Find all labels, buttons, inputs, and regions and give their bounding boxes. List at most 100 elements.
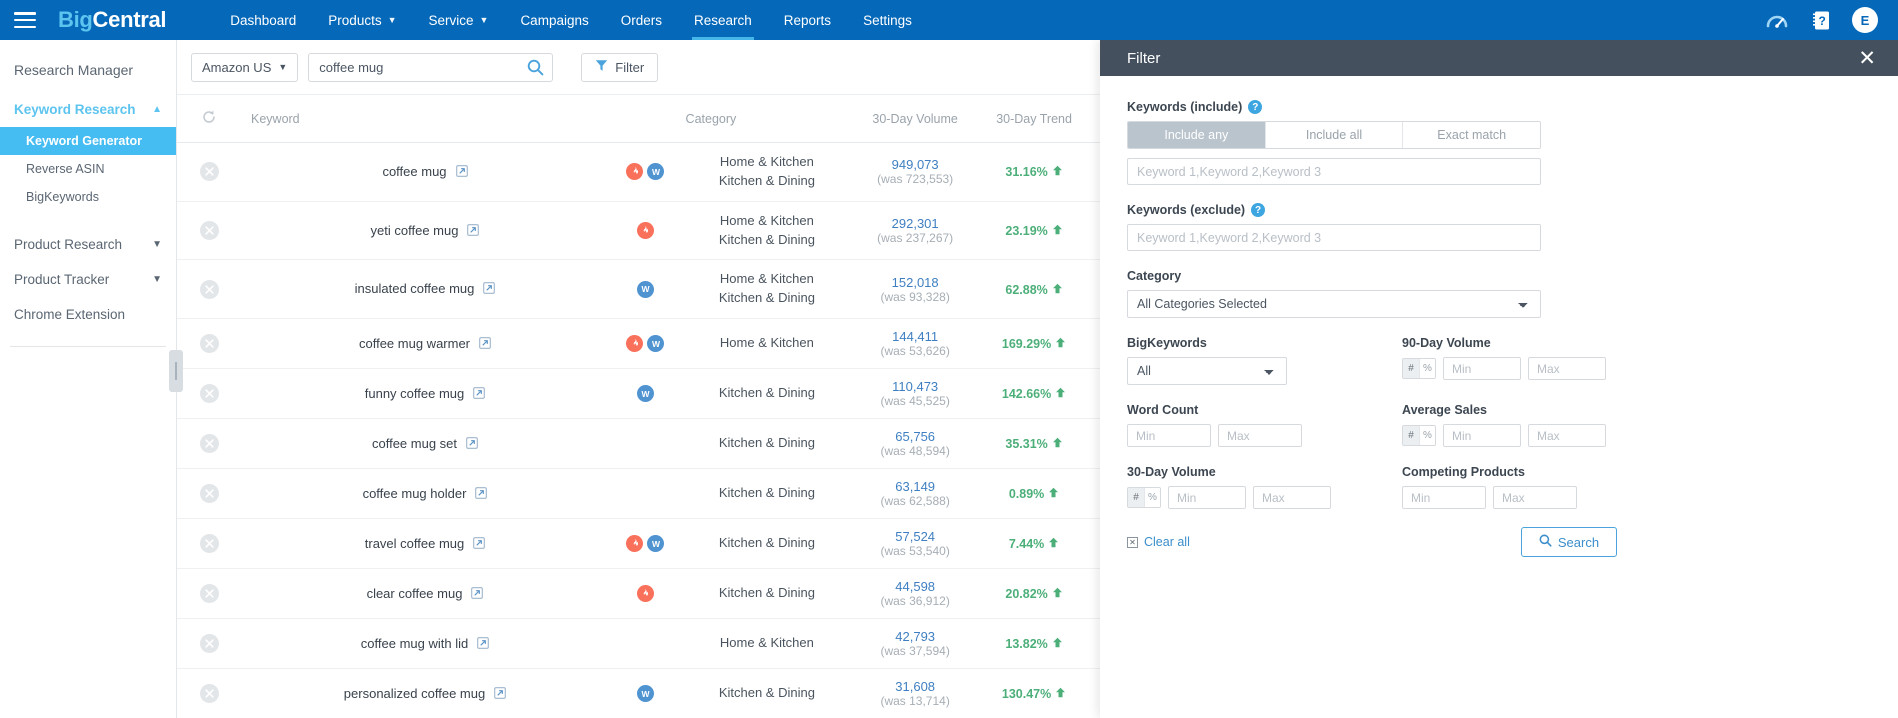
sidebar-item-bigkeywords[interactable]: BigKeywords	[0, 183, 176, 211]
sidebar-group-keyword-research[interactable]: Keyword Research ▲	[0, 92, 176, 127]
hot-keyword-badge[interactable]	[626, 535, 644, 553]
external-link-icon[interactable]	[473, 536, 486, 552]
hamburger-icon[interactable]	[14, 12, 36, 28]
nav-item-dashboard[interactable]: Dashboard	[214, 0, 312, 40]
nav-item-campaigns[interactable]: Campaigns	[504, 0, 604, 40]
wordcount-max-input[interactable]	[1218, 424, 1302, 447]
close-icon[interactable]: ✕	[1858, 48, 1876, 69]
keyword-text[interactable]: coffee mug	[382, 164, 446, 179]
bigkeywords-badge[interactable]: W	[636, 385, 654, 403]
speedometer-icon[interactable]	[1764, 7, 1790, 33]
bigkeywords-badge[interactable]: W	[647, 335, 665, 353]
refresh-icon[interactable]	[201, 110, 217, 128]
keyword-text[interactable]: coffee mug holder	[363, 486, 467, 501]
bigkeywords-badge[interactable]: W	[647, 535, 665, 553]
column-keyword[interactable]: Keyword	[241, 95, 610, 143]
column-30-day-trend[interactable]: 30-Day Trend	[978, 95, 1091, 143]
category-select[interactable]: All Categories Selected	[1127, 290, 1541, 318]
sidebar-group-product-tracker[interactable]: Product Tracker ▼	[0, 262, 176, 297]
avgsales-percent-toggle[interactable]: %	[1419, 426, 1435, 445]
external-link-icon[interactable]	[466, 436, 478, 452]
competing-max-input[interactable]	[1493, 486, 1577, 509]
remove-keyword-icon[interactable]	[199, 162, 219, 182]
sidebar-resize-handle[interactable]	[169, 350, 183, 392]
remove-keyword-icon[interactable]	[199, 384, 219, 404]
magnifier-icon[interactable]	[527, 59, 544, 81]
volume30-min-input[interactable]	[1168, 486, 1246, 509]
column-category[interactable]: Category	[681, 95, 853, 143]
bigkeywords-badge[interactable]: W	[647, 163, 665, 181]
sidebar-item-keyword-generator[interactable]: Keyword Generator	[0, 127, 176, 155]
segment-include-any[interactable]: Include any	[1128, 122, 1266, 148]
question-icon[interactable]: ?	[1251, 203, 1266, 217]
bigkeywords-badge[interactable]: W	[636, 280, 654, 298]
avgsales-max-input[interactable]	[1528, 424, 1606, 447]
competing-min-input[interactable]	[1402, 486, 1486, 509]
wordcount-min-input[interactable]	[1127, 424, 1211, 447]
volume30-percent-toggle[interactable]: %	[1144, 488, 1160, 507]
nav-item-research[interactable]: Research	[678, 0, 768, 40]
segment-include-all[interactable]: Include all	[1265, 122, 1404, 148]
help-book-icon[interactable]: ?	[1808, 7, 1834, 33]
keyword-text[interactable]: personalized coffee mug	[344, 686, 485, 701]
external-link-icon[interactable]	[471, 586, 484, 602]
segment-exact-match[interactable]: Exact match	[1403, 122, 1540, 148]
keyword-text[interactable]: clear coffee mug	[367, 586, 463, 601]
filter-button[interactable]: Filter	[581, 52, 659, 82]
sidebar-item-chrome-extension[interactable]: Chrome Extension	[0, 297, 176, 332]
remove-keyword-icon[interactable]	[199, 221, 219, 241]
avgsales-hash-toggle[interactable]: #	[1403, 426, 1419, 445]
keyword-text[interactable]: coffee mug with lid	[361, 636, 468, 651]
remove-keyword-icon[interactable]	[199, 434, 219, 454]
external-link-icon[interactable]	[477, 636, 490, 652]
remove-keyword-icon[interactable]	[199, 334, 219, 354]
keyword-text[interactable]: coffee mug set	[372, 436, 457, 451]
hot-keyword-badge[interactable]	[636, 222, 654, 240]
keywords-include-input[interactable]	[1127, 158, 1541, 185]
keyword-text[interactable]: travel coffee mug	[365, 536, 464, 551]
search-input[interactable]	[309, 53, 553, 81]
clear-all-button[interactable]: ✕ Clear all	[1127, 535, 1190, 549]
remove-keyword-icon[interactable]	[199, 684, 219, 704]
hot-keyword-badge[interactable]	[626, 335, 644, 353]
sidebar-group-product-research[interactable]: Product Research ▼	[0, 227, 176, 262]
nav-item-service[interactable]: Service ▼	[413, 0, 505, 40]
column-30-day-volume[interactable]: 30-Day Volume	[852, 95, 979, 143]
nav-item-products[interactable]: Products ▼	[312, 0, 412, 40]
nav-item-orders[interactable]: Orders	[605, 0, 678, 40]
nav-item-reports[interactable]: Reports	[768, 0, 847, 40]
remove-keyword-icon[interactable]	[199, 634, 219, 654]
brand-logo[interactable]: BigCentral	[58, 7, 167, 33]
keyword-text[interactable]: funny coffee mug	[365, 386, 465, 401]
volume90-hash-toggle[interactable]: #	[1403, 359, 1419, 378]
keyword-text[interactable]: insulated coffee mug	[355, 281, 475, 296]
sidebar-item-reverse-asin[interactable]: Reverse ASIN	[0, 155, 176, 183]
external-link-icon[interactable]	[473, 386, 486, 402]
hot-keyword-badge[interactable]	[636, 585, 654, 603]
bigkeywords-badge[interactable]: W	[636, 685, 654, 703]
external-link-icon[interactable]	[479, 336, 491, 352]
nav-item-settings[interactable]: Settings	[847, 0, 928, 40]
avgsales-min-input[interactable]	[1443, 424, 1521, 447]
keyword-text[interactable]: yeti coffee mug	[371, 223, 459, 238]
hot-keyword-badge[interactable]	[626, 163, 644, 181]
external-link-icon[interactable]	[494, 686, 507, 702]
volume90-percent-toggle[interactable]: %	[1419, 359, 1435, 378]
volume30-max-input[interactable]	[1253, 486, 1331, 509]
external-link-icon[interactable]	[467, 223, 480, 239]
external-link-icon[interactable]	[455, 164, 468, 180]
remove-keyword-icon[interactable]	[199, 534, 219, 554]
volume30-hash-toggle[interactable]: #	[1128, 488, 1144, 507]
remove-keyword-icon[interactable]	[199, 279, 219, 299]
volume90-max-input[interactable]	[1528, 357, 1606, 380]
keywords-exclude-input[interactable]	[1127, 224, 1541, 251]
remove-keyword-icon[interactable]	[199, 584, 219, 604]
remove-keyword-icon[interactable]	[199, 484, 219, 504]
external-link-icon[interactable]	[483, 282, 496, 297]
external-link-icon[interactable]	[475, 486, 488, 502]
keyword-text[interactable]: coffee mug warmer	[359, 336, 470, 351]
volume90-min-input[interactable]	[1443, 357, 1521, 380]
bigkeywords-select[interactable]: All	[1127, 357, 1287, 385]
question-icon[interactable]: ?	[1248, 100, 1263, 114]
avatar[interactable]: E	[1852, 7, 1878, 33]
